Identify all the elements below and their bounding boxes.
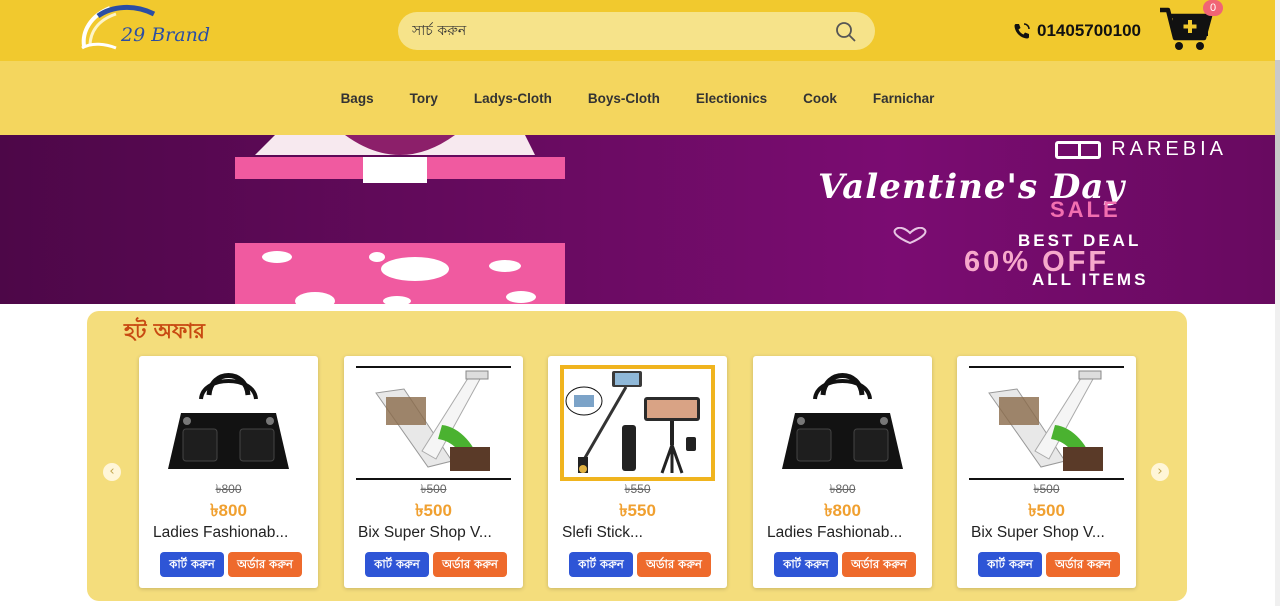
category-list: Bags Tory Ladys-Cloth Boys-Cloth Electionics…	[0, 61, 1275, 135]
product-card[interactable]: ৳800 ৳800 Ladies Fashionab... কার্ট করুন…	[139, 356, 318, 588]
product-title[interactable]: Bix Super Shop V...	[358, 524, 513, 542]
carousel-next-button[interactable]: ›	[1151, 463, 1169, 481]
category-nav: Bags Tory Ladys-Cloth Boys-Cloth Electionics…	[0, 61, 1275, 135]
product-card[interactable]: ৳500 ৳500 Bix Super Shop V... কার্ট করুন…	[344, 356, 523, 588]
search-input[interactable]	[398, 12, 818, 50]
order-now-button[interactable]: অর্ডার করুন	[842, 552, 916, 577]
product-card[interactable]: ৳800 ৳800 Ladies Fashionab... কার্ট করুন…	[753, 356, 932, 588]
product-image[interactable]	[356, 365, 511, 481]
product-card[interactable]: ৳550 ৳550 Slefi Stick... কার্ট করুন অর্ড…	[548, 356, 727, 588]
brand-logo[interactable]: 29 Brand	[76, 2, 216, 52]
rarebia-logo-icon	[1055, 140, 1102, 159]
banner-all-items: ALL ITEMS	[1032, 270, 1149, 289]
product-image[interactable]	[151, 365, 306, 481]
nav-item-farnichar[interactable]: Farnichar	[873, 91, 935, 106]
heart-icon	[893, 227, 927, 245]
hot-offer-section: হট অফার ‹ › ৳800 ৳800 Ladies Fashionab..…	[87, 311, 1187, 601]
cart-count-badge: 0	[1203, 0, 1223, 16]
add-to-cart-button[interactable]: কার্ট করুন	[160, 552, 224, 577]
banner-brand: RAREBIA	[1055, 138, 1227, 161]
nav-item-boys-cloth[interactable]: Boys-Cloth	[588, 91, 660, 106]
product-title[interactable]: Slefi Stick...	[562, 524, 717, 542]
nav-item-tory[interactable]: Tory	[410, 91, 438, 106]
order-now-button[interactable]: অর্ডার করুন	[637, 552, 711, 577]
promo-banner[interactable]: RAREBIA Valentine's Day SALE BEST DEAL 6…	[0, 135, 1275, 304]
product-title[interactable]: Ladies Fashionab...	[767, 524, 922, 542]
nav-item-bags[interactable]: Bags	[341, 91, 374, 106]
product-title[interactable]: Ladies Fashionab...	[153, 524, 308, 542]
product-price: ৳500	[1028, 501, 1065, 520]
phone-number: 01405700100	[1037, 21, 1142, 40]
product-card[interactable]: ৳500 ৳500 Bix Super Shop V... কার্ট করুন…	[957, 356, 1136, 588]
banner-brand-text: RAREBIA	[1111, 138, 1227, 160]
banner-sale: SALE	[1050, 197, 1121, 222]
page-scrollbar[interactable]	[1275, 0, 1280, 606]
order-now-button[interactable]: অর্ডার করুন	[433, 552, 507, 577]
product-image[interactable]	[765, 365, 920, 481]
phone-icon	[1014, 23, 1030, 39]
add-to-cart-button[interactable]: কার্ট করুন	[569, 552, 633, 577]
order-now-button[interactable]: অর্ডার করুন	[1046, 552, 1120, 577]
add-to-cart-button[interactable]: কার্ট করুন	[774, 552, 838, 577]
phone-contact[interactable]: 01405700100	[1013, 20, 1141, 42]
product-price: ৳500	[415, 501, 452, 520]
section-title: হট অফার	[124, 319, 205, 343]
scrollbar-thumb[interactable]	[1275, 60, 1280, 240]
nav-item-cook[interactable]: Cook	[803, 91, 837, 106]
search-bar	[398, 12, 875, 50]
top-header: 29 Brand 01405700100 0	[0, 0, 1275, 61]
carousel-prev-button[interactable]: ‹	[103, 463, 121, 481]
logo-text: 29 Brand	[121, 24, 210, 46]
product-image[interactable]	[969, 365, 1124, 481]
product-title[interactable]: Bix Super Shop V...	[971, 524, 1126, 542]
nav-item-electionics[interactable]: Electionics	[696, 91, 767, 106]
product-price: ৳800	[210, 501, 247, 520]
order-now-button[interactable]: অর্ডার করুন	[228, 552, 302, 577]
product-price: ৳800	[824, 501, 861, 520]
add-to-cart-button[interactable]: কার্ট করুন	[978, 552, 1042, 577]
nav-item-ladys-cloth[interactable]: Ladys-Cloth	[474, 91, 552, 106]
gift-box-image	[235, 135, 565, 304]
product-price: ৳550	[619, 501, 656, 520]
add-to-cart-button[interactable]: কার্ট করুন	[365, 552, 429, 577]
product-image[interactable]	[560, 365, 715, 481]
search-icon[interactable]	[835, 21, 857, 43]
